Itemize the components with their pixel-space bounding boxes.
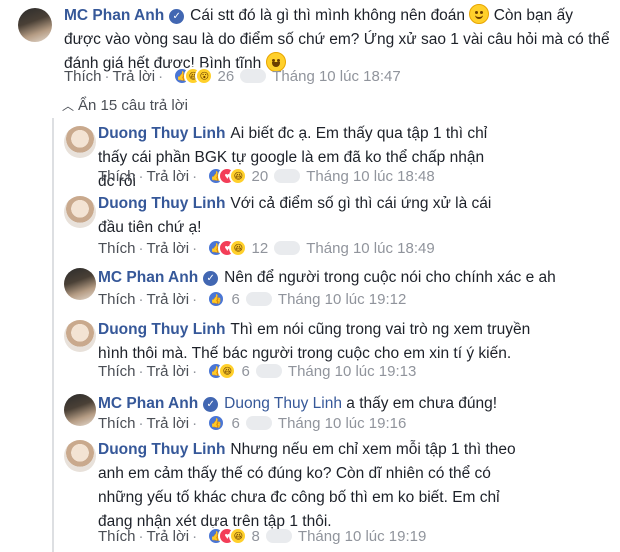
comment-body: MC Phan Anh ✓ Duong Thuy Linh a thấy em ch…	[98, 392, 598, 416]
avatar[interactable]	[64, 394, 96, 426]
wow-icon: 😮	[195, 67, 214, 85]
like-link[interactable]: Thích	[98, 240, 136, 257]
comment-actions: Thích · Trả lời · 👍 😆 😮 26 Tháng 10 lúc 18:…	[64, 67, 401, 85]
verified-icon: ✓	[203, 271, 219, 286]
comment-body: Duong Thuy Linh Thì em nói cũng trong vai…	[98, 318, 538, 366]
comment-actions: Thích · Trả lời · 👍 6 Tháng 10 lúc 19:12	[98, 290, 407, 308]
reaction-count[interactable]: 12	[251, 240, 268, 257]
blurred-date	[256, 364, 282, 378]
reaction-icons[interactable]: 👍	[207, 290, 227, 308]
haha-icon: 😆	[229, 239, 248, 257]
reaction-icons[interactable]: 👍 😆	[207, 362, 237, 380]
verified-icon: ✓	[203, 397, 219, 412]
reply-link[interactable]: Trả lời	[147, 415, 190, 432]
reaction-count[interactable]: 6	[241, 363, 249, 380]
avatar[interactable]	[64, 440, 96, 472]
avatar[interactable]	[64, 126, 96, 158]
comment-actions: Thích · Trả lời · 👍 ♥ 😆 20 Tháng 10 lúc 18:…	[98, 167, 435, 185]
comment-actions: Thích · Trả lời · 👍 6 Tháng 10 lúc 19:16	[98, 414, 407, 432]
comment-text: Còn bạn ấy	[493, 7, 573, 24]
timestamp[interactable]: Tháng 10 lúc 18:49	[306, 240, 434, 257]
blurred-date	[240, 69, 267, 83]
timestamp[interactable]: Tháng 10 lúc 18:48	[306, 168, 434, 185]
comment-body: MC Phan Anh ✓ Cái stt đó là gì thì mình kh…	[64, 4, 614, 76]
author-name[interactable]: MC Phan Anh	[64, 7, 164, 24]
haha-icon: 😆	[218, 362, 237, 380]
like-link[interactable]: Thích	[98, 415, 136, 432]
chevron-up-icon: ︿	[62, 99, 75, 113]
author-name[interactable]: Duong Thuy Linh	[98, 195, 225, 212]
comment-text: a thấy em chưa đúng!	[346, 395, 498, 412]
reaction-count[interactable]: 6	[231, 415, 239, 432]
reply-link[interactable]: Trả lời	[147, 528, 190, 545]
like-link[interactable]: Thích	[98, 528, 136, 545]
smile-emoji-icon	[469, 4, 490, 24]
blurred-date	[246, 416, 272, 430]
blurred-date	[274, 169, 301, 183]
thread-line	[52, 118, 54, 552]
avatar[interactable]	[18, 8, 52, 42]
timestamp[interactable]: Tháng 10 lúc 19:19	[298, 528, 426, 545]
timestamp[interactable]: Tháng 10 lúc 18:47	[272, 68, 400, 85]
blurred-date	[246, 292, 272, 306]
comment-text: Nên để người trong cuộc nói cho chính xá…	[224, 269, 556, 286]
reply-link[interactable]: Trả lời	[147, 363, 190, 380]
author-name[interactable]: Duong Thuy Linh	[98, 125, 225, 142]
reply-link[interactable]: Trả lời	[113, 68, 156, 85]
timestamp[interactable]: Tháng 10 lúc 19:13	[288, 363, 416, 380]
reaction-icons[interactable]: 👍 ♥ 😆	[207, 167, 248, 185]
reaction-count[interactable]: 26	[217, 68, 234, 85]
reply-link[interactable]: Trả lời	[147, 168, 190, 185]
avatar[interactable]	[64, 268, 96, 300]
reaction-icons[interactable]: 👍 😆 😮	[173, 67, 214, 85]
like-link[interactable]: Thích	[98, 291, 136, 308]
hide-replies-link[interactable]: ︿ Ẩn 15 câu trả lời	[62, 97, 188, 114]
reply-link[interactable]: Trả lời	[147, 240, 190, 257]
reaction-count[interactable]: 20	[251, 168, 268, 185]
reaction-icons[interactable]: 👍	[207, 414, 227, 432]
reaction-icons[interactable]: 👍 ♥ 😆	[207, 239, 248, 257]
like-link[interactable]: Thích	[64, 68, 102, 85]
comment-text: Cái stt đó là gì thì mình không nên đoán	[190, 7, 466, 24]
comment-body: Duong Thuy Linh Nhưng nếu em chỉ xem mỗi …	[98, 438, 538, 534]
haha-icon: 😆	[229, 167, 248, 185]
reaction-count[interactable]: 8	[251, 528, 259, 545]
timestamp[interactable]: Tháng 10 lúc 19:12	[278, 291, 406, 308]
like-link[interactable]: Thích	[98, 168, 136, 185]
timestamp[interactable]: Tháng 10 lúc 19:16	[278, 415, 406, 432]
comment-body: Duong Thuy Linh Với cả điểm số gì thì cái…	[98, 192, 500, 240]
avatar[interactable]	[64, 196, 96, 228]
reaction-icons[interactable]: 👍 ♥ 😆	[207, 527, 248, 545]
verified-icon: ✓	[169, 9, 185, 24]
comment-text: được vào vòng sau là do điểm số chứ em? …	[64, 31, 610, 48]
author-name[interactable]: MC Phan Anh	[98, 269, 198, 286]
comment-actions: Thích · Trả lời · 👍 😆 6 Tháng 10 lúc 19:13	[98, 362, 417, 380]
mention-link[interactable]: Duong Thuy Linh	[224, 395, 342, 412]
reaction-count[interactable]: 6	[231, 291, 239, 308]
blurred-date	[266, 529, 292, 543]
like-icon: 👍	[207, 290, 226, 308]
like-link[interactable]: Thích	[98, 363, 136, 380]
comment-actions: Thích · Trả lời · 👍 ♥ 😆 12 Tháng 10 lúc 18:…	[98, 239, 435, 257]
comment-body: MC Phan Anh ✓ Nên để người trong cuộc nói …	[98, 266, 598, 290]
author-name[interactable]: MC Phan Anh	[98, 395, 198, 412]
haha-icon: 😆	[229, 527, 248, 545]
author-name[interactable]: Duong Thuy Linh	[98, 321, 225, 338]
like-icon: 👍	[207, 414, 226, 432]
avatar[interactable]	[64, 320, 96, 352]
comment-actions: Thích · Trả lời · 👍 ♥ 😆 8 Tháng 10 lúc 19:1…	[98, 527, 427, 545]
reply-link[interactable]: Trả lời	[147, 291, 190, 308]
author-name[interactable]: Duong Thuy Linh	[98, 441, 225, 458]
blurred-date	[274, 241, 301, 255]
